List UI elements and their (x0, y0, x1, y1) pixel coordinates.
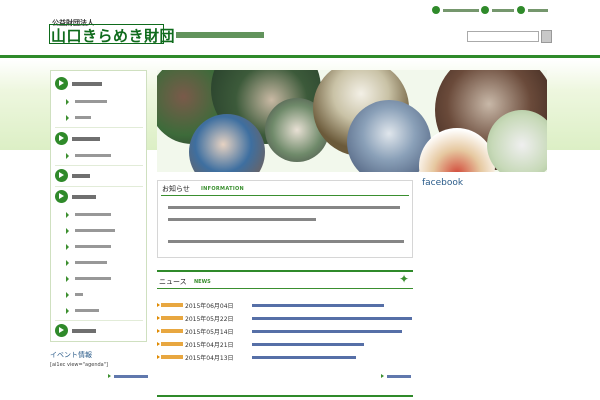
triangle-bullet-icon (66, 276, 69, 282)
news-item-title[interactable] (252, 330, 402, 333)
news-date: 2015年05月22日 (185, 316, 234, 323)
news-date: 2015年05月14日 (185, 329, 234, 336)
triangle-bullet-icon (157, 329, 160, 333)
triangle-bullet-icon (66, 99, 69, 105)
header-rule (0, 55, 600, 58)
sidebar-item-label (75, 277, 111, 280)
circle-arrow-icon (55, 169, 68, 182)
sidebar-category-label (72, 174, 90, 178)
news-item-title[interactable] (252, 343, 364, 346)
circle-arrow-icon (481, 6, 489, 14)
circle-arrow-icon (432, 6, 440, 14)
triangle-bullet-icon (66, 260, 69, 266)
news-category (161, 329, 183, 333)
circle-arrow-icon (55, 324, 68, 337)
triangle-bullet-icon (108, 374, 111, 378)
site-tagline (176, 32, 264, 38)
triangle-bullet-icon (157, 316, 160, 320)
circle-arrow-icon (517, 6, 525, 14)
sidebar-item-label (75, 245, 111, 248)
triangle-bullet-icon (66, 115, 69, 121)
photo-banner (157, 70, 547, 172)
triangle-bullet-icon (157, 303, 160, 307)
top-link-label (492, 9, 514, 12)
triangle-bullet-icon (66, 228, 69, 234)
facebook-heading[interactable]: facebook (422, 178, 463, 188)
sidebar-divider (55, 320, 143, 321)
notice-paragraph (168, 240, 404, 243)
news-category (161, 316, 183, 320)
news-date: 2015年04月13日 (185, 355, 234, 362)
sidebar-divider (55, 186, 143, 187)
news-subtitle: NEWS (194, 279, 211, 285)
site-logo[interactable]: 山口きらめき財団 (51, 25, 175, 46)
news-item-title[interactable] (252, 304, 384, 307)
sidebar-item-label (75, 213, 111, 216)
news-title: ニュース (159, 278, 187, 286)
notice-divider (161, 195, 409, 196)
triangle-bullet-icon (66, 153, 69, 159)
triangle-bullet-icon (157, 355, 160, 359)
triangle-bullet-icon (381, 374, 384, 378)
search-input[interactable] (467, 31, 539, 42)
news-item-title[interactable] (252, 317, 412, 320)
news-category (161, 342, 183, 346)
bottom-rule (157, 395, 413, 397)
sidebar-category-label (72, 195, 96, 199)
sparkle-icon: ✦ (399, 272, 410, 286)
sidebar-item-label (75, 261, 107, 264)
notice-paragraph (168, 206, 400, 209)
sidebar-item-label (75, 154, 111, 157)
top-link-label (443, 9, 479, 12)
news-divider (157, 288, 413, 289)
triangle-bullet-icon (66, 212, 69, 218)
news-section: ニュース NEWS ✦ 2015年06月04日 2015年05月22日 2015… (157, 270, 413, 382)
sidebar-item-label (75, 229, 115, 232)
news-category (161, 303, 183, 307)
event-heading: イベント情報 (50, 351, 92, 359)
notice-box: お知らせ INFORMATION (157, 180, 413, 258)
news-more-label (387, 375, 411, 378)
sidebar-nav (50, 70, 147, 342)
sidebar-category-label (72, 82, 102, 86)
sidebar-divider (55, 165, 143, 166)
notice-title: お知らせ (162, 185, 190, 193)
notice-subtitle: INFORMATION (201, 186, 245, 192)
triangle-bullet-icon (66, 308, 69, 314)
event-link-label (114, 375, 148, 378)
triangle-bullet-icon (66, 292, 69, 298)
triangle-bullet-icon (157, 342, 160, 346)
sidebar-item-label (75, 293, 83, 296)
news-category (161, 355, 183, 359)
notice-paragraph-line (168, 218, 316, 221)
search-button[interactable] (541, 30, 552, 43)
news-date: 2015年04月21日 (185, 342, 234, 349)
news-date: 2015年06月04日 (185, 303, 234, 310)
sidebar-category-label (72, 329, 96, 333)
sidebar-divider (55, 127, 143, 128)
circle-arrow-icon (55, 132, 68, 145)
sidebar-item-label (75, 116, 91, 119)
sidebar-category-label (72, 137, 100, 141)
news-item-title[interactable] (252, 356, 356, 359)
sidebar-item-label (75, 309, 99, 312)
circle-arrow-icon (55, 190, 68, 203)
sidebar-item-label (75, 100, 107, 103)
circle-arrow-icon (55, 77, 68, 90)
event-shortcode: [ai1ec view="agenda"] (50, 362, 108, 368)
top-link-label (528, 9, 548, 12)
triangle-bullet-icon (66, 244, 69, 250)
news-top-rule (157, 270, 413, 272)
